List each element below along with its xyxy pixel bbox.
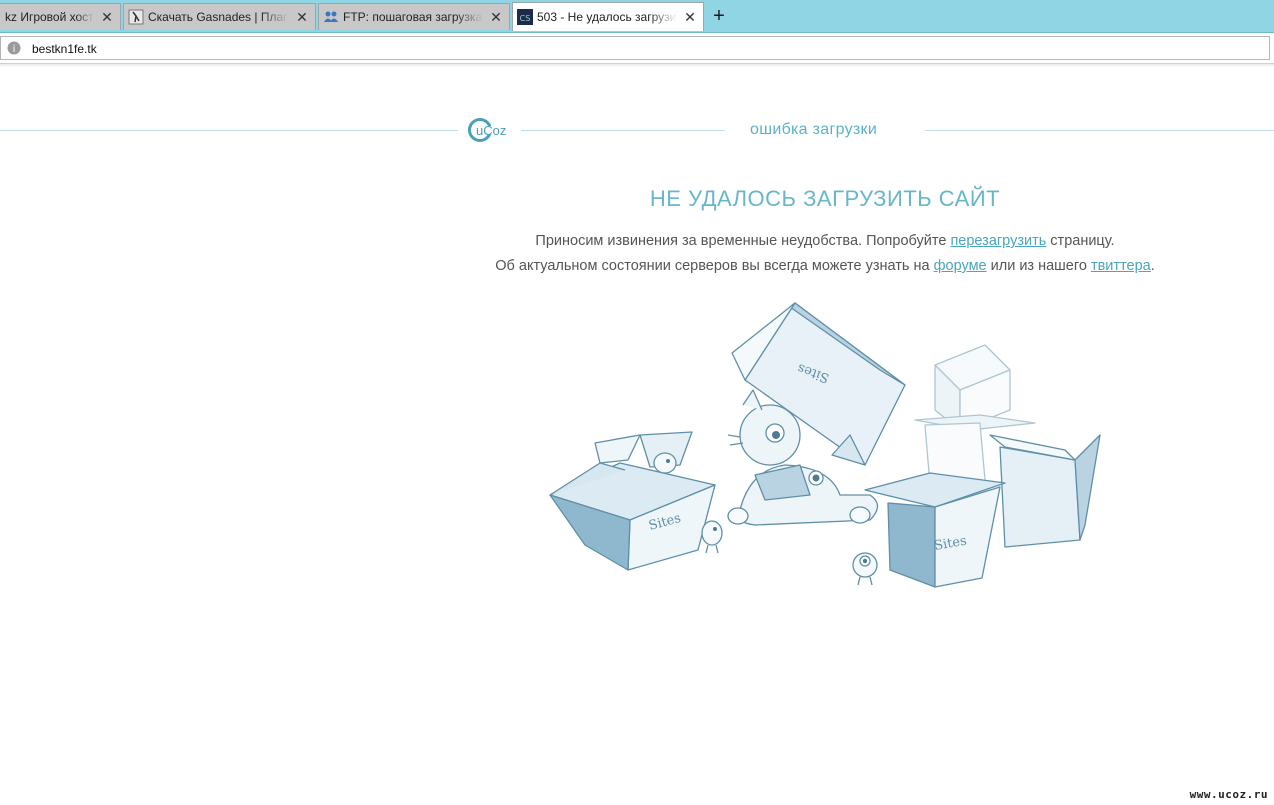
- tab-gasnades[interactable]: Скачать Gasnades | Плагин ✕: [123, 3, 316, 30]
- svg-text:i: i: [13, 44, 16, 55]
- tab-title: FTP: пошаговая загрузка: [343, 10, 483, 24]
- message-text: Приносим извинения за временные неудобст…: [535, 233, 951, 249]
- cat-with-boxes-illustration: Sites Sites Sites: [540, 295, 1110, 595]
- twitter-link[interactable]: твиттера: [1091, 258, 1151, 274]
- cs-favicon-icon: [128, 9, 144, 25]
- tab-503-error[interactable]: CS 503 - Не удалось загрузить ✕: [512, 2, 704, 31]
- close-tab-icon[interactable]: ✕: [683, 10, 697, 24]
- new-tab-button[interactable]: +: [709, 6, 729, 26]
- logo-text: uCoz: [476, 123, 506, 138]
- forum-link[interactable]: форуме: [934, 258, 987, 274]
- watermark: www.ucoz.ru: [1189, 788, 1268, 801]
- tab-game-hosting[interactable]: kz Игровой хостинг ✕: [0, 3, 121, 30]
- tab-title: 503 - Не удалось загрузить: [537, 10, 677, 24]
- message-text: страницу.: [1046, 233, 1115, 249]
- tab-strip: kz Игровой хостинг ✕ Скачать Gasnades | …: [0, 0, 1274, 33]
- reload-link[interactable]: перезагрузить: [950, 233, 1046, 249]
- close-tab-icon[interactable]: ✕: [295, 10, 309, 24]
- url-input[interactable]: i bestkn1fe.tk: [0, 36, 1270, 60]
- header-divider-middle: [521, 130, 725, 131]
- toolbar-divider: [0, 64, 1274, 67]
- header-divider-left: [0, 130, 458, 131]
- users-favicon-icon: [323, 9, 339, 25]
- box-right-icon: [989, 434, 1101, 548]
- svg-text:CS: CS: [520, 14, 531, 23]
- tab-title: Скачать Gasnades | Плагин: [148, 10, 289, 24]
- header-divider-right: [925, 130, 1274, 131]
- bird-icon: [701, 520, 723, 554]
- bird-icon: [653, 452, 677, 474]
- address-bar: i bestkn1fe.tk: [0, 33, 1274, 64]
- message-text: или из нашего: [986, 258, 1091, 274]
- cs-favicon-icon: CS: [517, 9, 533, 25]
- box-front-icon: Sites: [864, 472, 1006, 588]
- tab-title: kz Игровой хостинг: [5, 10, 94, 24]
- error-label: ошибка загрузки: [750, 121, 878, 138]
- ucoz-logo[interactable]: uCoz: [466, 115, 516, 145]
- page-title: НЕ УДАЛОСЬ ЗАГРУЗИТЬ САЙТ: [649, 186, 1001, 211]
- apology-message: Приносим извинения за временные неудобст…: [0, 233, 1274, 249]
- message-text: Об актуальном состоянии серверов вы всег…: [495, 258, 934, 274]
- tab-ftp[interactable]: FTP: пошаговая загрузка ✕: [318, 3, 510, 30]
- box-left-icon: Sites: [549, 431, 716, 571]
- message-text: .: [1150, 258, 1155, 274]
- status-message: Об актуальном состоянии серверов вы всег…: [0, 258, 1274, 274]
- creature-icon: [852, 552, 878, 586]
- site-info-icon[interactable]: i: [7, 41, 21, 55]
- close-tab-icon[interactable]: ✕: [489, 10, 503, 24]
- close-tab-icon[interactable]: ✕: [100, 10, 114, 24]
- url-text: bestkn1fe.tk: [32, 42, 97, 56]
